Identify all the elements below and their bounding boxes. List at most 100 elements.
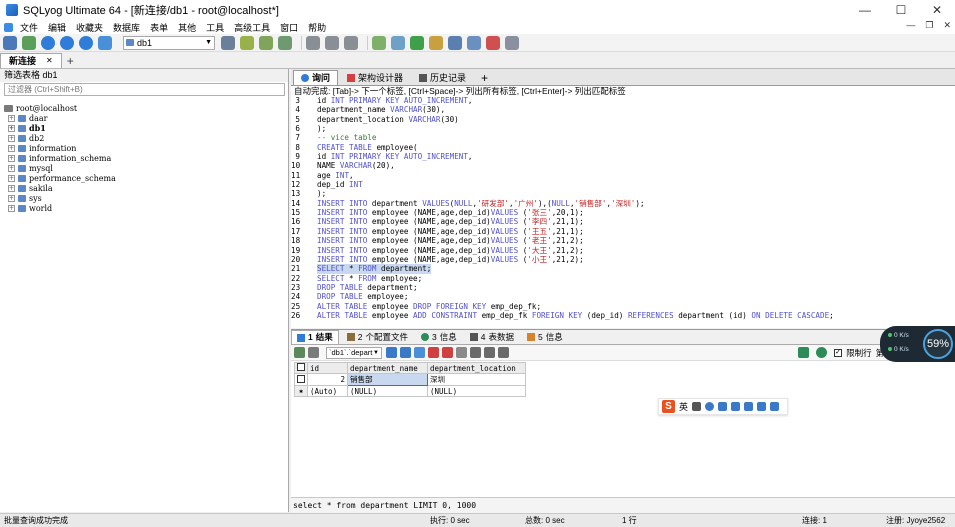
tree-db-world[interactable]: + world [4, 203, 288, 213]
tab-profile[interactable]: 2 个配置文件 [342, 330, 413, 344]
query-builder-icon[interactable] [410, 35, 424, 50]
import-icon[interactable] [278, 35, 292, 50]
cell-department-location[interactable]: 深圳 [427, 373, 526, 386]
tab-query[interactable]: 询问 [293, 70, 339, 85]
menu-window[interactable]: 窗口 [275, 21, 303, 34]
tree-db-db1[interactable]: + db1 [4, 123, 288, 133]
user-manager-icon[interactable] [221, 35, 235, 50]
execute-all-icon[interactable] [60, 35, 74, 50]
close-icon[interactable]: ✕ [46, 54, 53, 68]
refresh-icon[interactable] [386, 347, 397, 358]
code-line[interactable]: 25 ALTER TABLE employee DROP FOREIGN KEY … [291, 302, 955, 311]
mdi-close-button[interactable]: ✕ [943, 20, 951, 31]
table-row-new[interactable]: ✱ (Auto) (NULL) (NULL) [294, 385, 526, 397]
text-view-icon[interactable] [498, 347, 509, 358]
menu-advanced-tools[interactable]: 高级工具 [229, 21, 275, 34]
code-line[interactable]: 16 INSERT INTO employee (NAME,age,dep_id)… [291, 217, 955, 226]
tab-result[interactable]: 1 结果 [291, 330, 339, 344]
tree-db-sakila[interactable]: + sakila [4, 183, 288, 193]
code-line[interactable]: 6); [291, 124, 955, 133]
filter-input[interactable] [4, 83, 285, 96]
performance-widget[interactable]: 0 K/s 0 K/s 59% [880, 326, 955, 362]
sql-editor[interactable]: 3 id INT PRIMARY KEY AUTO_INCREMENT, 4 depa… [291, 96, 955, 328]
sync-icon[interactable] [372, 35, 386, 50]
code-line[interactable]: 4 department_name VARCHAR(30), [291, 105, 955, 114]
tree-db-information[interactable]: + information [4, 143, 288, 153]
code-line[interactable]: 13); [291, 189, 955, 198]
tree-db-information-schema[interactable]: + information_schema [4, 153, 288, 163]
job-agent-icon[interactable] [429, 35, 443, 50]
grid-view-icon[interactable] [294, 347, 305, 358]
code-line[interactable]: 22 SELECT * FROM employee; [291, 274, 955, 283]
expand-icon[interactable]: + [8, 194, 15, 202]
toolbox-icon[interactable] [770, 402, 780, 411]
menu-other[interactable]: 其他 [173, 21, 201, 34]
stop-query-icon[interactable] [79, 35, 93, 50]
expand-icon[interactable]: + [8, 114, 15, 122]
code-line[interactable]: 26 ALTER TABLE employee ADD CONSTRAINT em… [291, 311, 955, 320]
mdi-minimize-button[interactable]: — [906, 20, 915, 31]
expand-icon[interactable]: + [8, 164, 15, 172]
expand-icon[interactable]: + [8, 174, 15, 182]
checkbox-icon[interactable] [297, 374, 305, 383]
user-icon[interactable] [744, 402, 754, 411]
menu-file[interactable]: 文件 [15, 21, 43, 34]
code-line[interactable]: 24 DROP TABLE employee; [291, 292, 955, 301]
tab-new-connection[interactable]: 新连接 ✕ [0, 53, 62, 68]
code-line[interactable]: 12 dep_id INT [291, 180, 955, 189]
database-select[interactable]: db1 ▼ [123, 35, 215, 50]
export-icon[interactable] [400, 347, 411, 358]
schema-icon[interactable] [306, 35, 320, 50]
tab-history[interactable]: 历史记录 [412, 70, 473, 85]
cancel-icon[interactable] [456, 347, 467, 358]
tab-info-2[interactable]: 5 信息 [522, 330, 568, 344]
column-header-department-name[interactable]: department_name [347, 362, 428, 374]
code-line[interactable]: 14 INSERT INTO department VALUES(NULL,'研发… [291, 199, 955, 208]
menu-table[interactable]: 表单 [145, 21, 173, 34]
menu-database[interactable]: 数据库 [108, 21, 145, 34]
keyboard-icon[interactable] [731, 402, 741, 411]
execute-query-icon[interactable] [41, 35, 55, 50]
view-mode-icon[interactable] [308, 347, 319, 358]
row-checkbox[interactable] [294, 373, 308, 386]
menu-favorites[interactable]: 收藏夹 [71, 21, 108, 34]
restore-icon[interactable] [259, 35, 273, 50]
code-line[interactable]: 10 NAME VARCHAR(20), [291, 161, 955, 170]
add-connection-button[interactable]: + [67, 54, 74, 68]
code-line[interactable]: 3 id INT PRIMARY KEY AUTO_INCREMENT, [291, 96, 955, 105]
tree-db-performance-schema[interactable]: + performance_schema [4, 173, 288, 183]
menu-help[interactable]: 帮助 [303, 21, 331, 34]
data-sync-icon[interactable] [391, 35, 405, 50]
code-line[interactable]: 7 -- vice table [291, 133, 955, 142]
code-line[interactable]: 19 INSERT INTO employee (NAME,age,dep_id)… [291, 246, 955, 255]
delete-row-icon[interactable] [442, 347, 453, 358]
microphone-icon[interactable] [718, 402, 728, 411]
cell-id[interactable]: 2 [307, 373, 348, 386]
menu-tools[interactable]: 工具 [201, 21, 229, 34]
reset-filter-icon[interactable] [816, 347, 828, 358]
new-connection-icon[interactable] [3, 35, 17, 50]
backup-icon[interactable] [240, 35, 254, 50]
tree-db-daar[interactable]: + daar [4, 113, 288, 123]
tree-db-mysql[interactable]: + mysql [4, 163, 288, 173]
mdi-restore-button[interactable]: ❐ [925, 20, 933, 31]
tab-schema-designer[interactable]: 架构设计器 [340, 70, 410, 85]
punctuation-icon[interactable] [692, 402, 702, 411]
column-header-id[interactable]: id [307, 362, 348, 374]
select-all-checkbox[interactable] [294, 362, 308, 374]
table-select[interactable]: `db1`.`depart ▼ [326, 346, 382, 359]
expand-icon[interactable]: + [8, 154, 15, 162]
code-line[interactable]: 23 DROP TABLE department; [291, 283, 955, 292]
code-line[interactable]: 20 INSERT INTO employee (NAME,age,dep_id)… [291, 255, 955, 264]
code-line[interactable]: 17 INSERT INTO employee (NAME,age,dep_id)… [291, 227, 955, 236]
expand-icon[interactable]: + [8, 124, 15, 132]
form-view-icon[interactable] [484, 347, 495, 358]
refresh-icon[interactable] [98, 35, 112, 50]
table-data-icon[interactable] [325, 35, 339, 50]
expand-icon[interactable]: + [8, 134, 15, 142]
tab-table-data[interactable]: 4 表数据 [465, 330, 519, 344]
emoji-icon[interactable] [705, 402, 715, 411]
code-line[interactable]: 8 CREATE TABLE employee( [291, 143, 955, 152]
expand-icon[interactable]: + [8, 204, 15, 212]
tree-db-db2[interactable]: + db2 [4, 133, 288, 143]
